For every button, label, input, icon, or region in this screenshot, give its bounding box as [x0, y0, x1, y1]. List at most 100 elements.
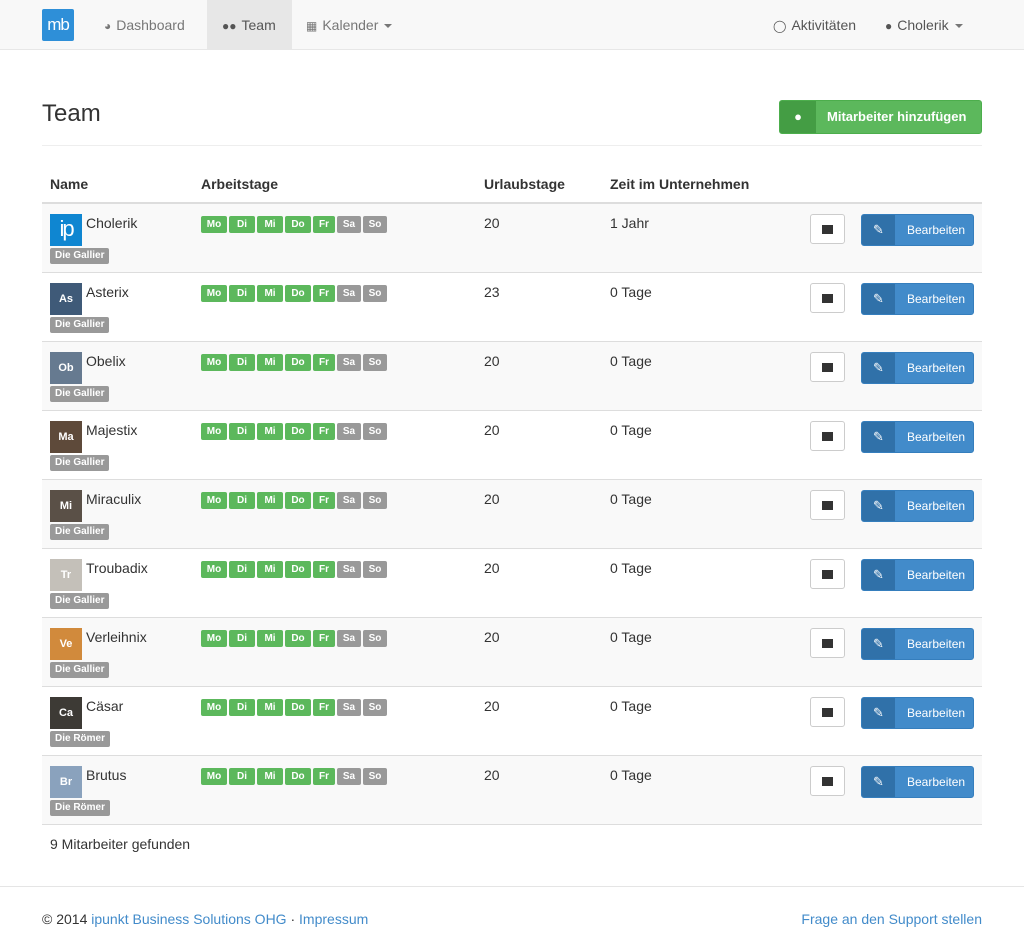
group-badge: Die Römer: [50, 731, 111, 747]
vacation-days: 20: [484, 422, 500, 438]
employee-name: Majestix: [86, 422, 138, 438]
add-employee-button[interactable]: ● Mitarbeiter hinzufügen: [779, 100, 982, 134]
workday-badge-4: Fr: [313, 492, 335, 509]
workday-badge-3: Do: [285, 423, 311, 440]
user-menu[interactable]: ● Cholerik: [885, 0, 963, 50]
user-name: Cholerik: [897, 17, 949, 33]
nav-item-label: Aktivitäten: [791, 17, 857, 33]
statistics-button[interactable]: [810, 283, 845, 313]
workday-badge-3: Do: [285, 216, 311, 233]
edit-button[interactable]: ✎ Bearbeiten: [861, 352, 974, 384]
workday-badge-1: Di: [229, 630, 255, 647]
edit-button[interactable]: ✎ Bearbeiten: [861, 559, 974, 591]
statistics-button[interactable]: [810, 490, 845, 520]
table-row: Br Brutus Die Römer Mo Di Mi Do Fr Sa So 20 0 Tage ✎…: [42, 756, 982, 825]
workday-badge-6: So: [363, 354, 387, 371]
workday-badge-6: So: [363, 561, 387, 578]
brand-logo[interactable]: mb: [42, 9, 74, 41]
pencil-icon: ✎: [862, 353, 895, 383]
workday-badge-0: Mo: [201, 699, 227, 716]
workday-badge-3: Do: [285, 699, 311, 716]
statistics-button[interactable]: [810, 766, 845, 796]
vacation-days: 20: [484, 629, 500, 645]
workday-badge-4: Fr: [313, 768, 335, 785]
user-icon: ●: [780, 101, 816, 133]
chevron-down-icon: [384, 24, 393, 29]
statistics-button[interactable]: [810, 628, 845, 658]
workday-badge-4: Fr: [313, 285, 335, 302]
imprint-link[interactable]: Impressum: [299, 911, 368, 927]
statistics-button[interactable]: [810, 421, 845, 451]
time-in-company: 0 Tage: [610, 491, 652, 507]
time-in-company: 0 Tage: [610, 353, 652, 369]
bar-chart-icon: [822, 363, 833, 372]
workday-badge-4: Fr: [313, 354, 335, 371]
column-header-workdays: Arbeitstage: [201, 176, 279, 192]
edit-button[interactable]: ✎ Bearbeiten: [861, 628, 974, 660]
workday-badge-3: Do: [285, 492, 311, 509]
statistics-button[interactable]: [810, 559, 845, 589]
workday-badge-1: Di: [229, 699, 255, 716]
edit-button-label: Bearbeiten: [907, 361, 966, 375]
workday-badge-1: Di: [229, 768, 255, 785]
avatar: ip: [50, 214, 82, 246]
workday-badge-2: Mi: [257, 492, 283, 509]
workdays-list: Mo Di Mi Do Fr Sa So: [201, 216, 389, 234]
edit-button[interactable]: ✎ Bearbeiten: [861, 421, 974, 453]
nav-item-team[interactable]: ●● Team: [207, 0, 292, 50]
edit-button-label: Bearbeiten: [907, 499, 966, 513]
workday-badge-0: Mo: [201, 561, 227, 578]
edit-button-label: Bearbeiten: [907, 775, 966, 789]
pencil-icon: ✎: [862, 560, 895, 590]
workday-badge-2: Mi: [257, 354, 283, 371]
footer-divider: [0, 886, 1024, 887]
employee-name: Verleihnix: [86, 629, 147, 645]
workday-badge-0: Mo: [201, 285, 227, 302]
workday-badge-5: Sa: [337, 423, 361, 440]
workday-badge-0: Mo: [201, 354, 227, 371]
statistics-button[interactable]: [810, 697, 845, 727]
edit-button[interactable]: ✎ Bearbeiten: [861, 766, 974, 798]
footer-copyright: © 2014 ipunkt Business Solutions OHG · I…: [42, 910, 368, 928]
workday-badge-5: Sa: [337, 561, 361, 578]
vacation-days: 20: [484, 767, 500, 783]
column-header-vacation: Urlaubstage: [484, 176, 565, 192]
pencil-icon: ✎: [862, 491, 895, 521]
workday-badge-1: Di: [229, 423, 255, 440]
top-navbar: mb ◕ Dashboard ●● Team ▦ Kalender ◯ Aktivitä…: [0, 0, 1024, 50]
table-row: Ma Majestix Die Gallier Mo Di Mi Do Fr Sa So 20 0 T…: [42, 411, 982, 480]
nav-item-label: Team: [241, 17, 276, 33]
table-row: Mi Miraculix Die Gallier Mo Di Mi Do Fr Sa So 20 0 …: [42, 480, 982, 549]
bar-chart-icon: [822, 708, 833, 717]
statistics-button[interactable]: [810, 214, 845, 244]
time-in-company: 0 Tage: [610, 422, 652, 438]
nav-item-kalender[interactable]: ▦ Kalender: [292, 0, 412, 50]
edit-button[interactable]: ✎ Bearbeiten: [861, 697, 974, 729]
workday-badge-6: So: [363, 699, 387, 716]
group-badge: Die Gallier: [50, 662, 110, 678]
workdays-list: Mo Di Mi Do Fr Sa So: [201, 285, 389, 303]
nav-item-dashboard[interactable]: ◕ Dashboard: [92, 0, 207, 50]
edit-button[interactable]: ✎ Bearbeiten: [861, 283, 974, 315]
workdays-list: Mo Di Mi Do Fr Sa So: [201, 768, 389, 786]
workday-badge-2: Mi: [257, 423, 283, 440]
edit-button[interactable]: ✎ Bearbeiten: [861, 214, 974, 246]
bar-chart-icon: [822, 225, 833, 234]
header-divider: [42, 145, 982, 146]
workday-badge-1: Di: [229, 492, 255, 509]
time-in-company: 1 Jahr: [610, 215, 649, 231]
avatar: As: [50, 283, 82, 315]
table-row: ip Cholerik Die Gallier Mo Di Mi Do Fr Sa So 20 1 J…: [42, 204, 982, 273]
company-link[interactable]: ipunkt Business Solutions OHG: [91, 911, 286, 927]
nav-item-activities[interactable]: ◯ Aktivitäten: [773, 0, 856, 50]
group-badge: Die Gallier: [50, 386, 110, 402]
statistics-button[interactable]: [810, 352, 845, 382]
workday-badge-1: Di: [229, 354, 255, 371]
workday-badge-4: Fr: [313, 699, 335, 716]
edit-button[interactable]: ✎ Bearbeiten: [861, 490, 974, 522]
edit-button-label: Bearbeiten: [907, 706, 966, 720]
avatar: Ca: [50, 697, 82, 729]
workdays-list: Mo Di Mi Do Fr Sa So: [201, 423, 389, 441]
support-link[interactable]: Frage an den Support stellen: [801, 910, 982, 928]
workday-badge-1: Di: [229, 285, 255, 302]
